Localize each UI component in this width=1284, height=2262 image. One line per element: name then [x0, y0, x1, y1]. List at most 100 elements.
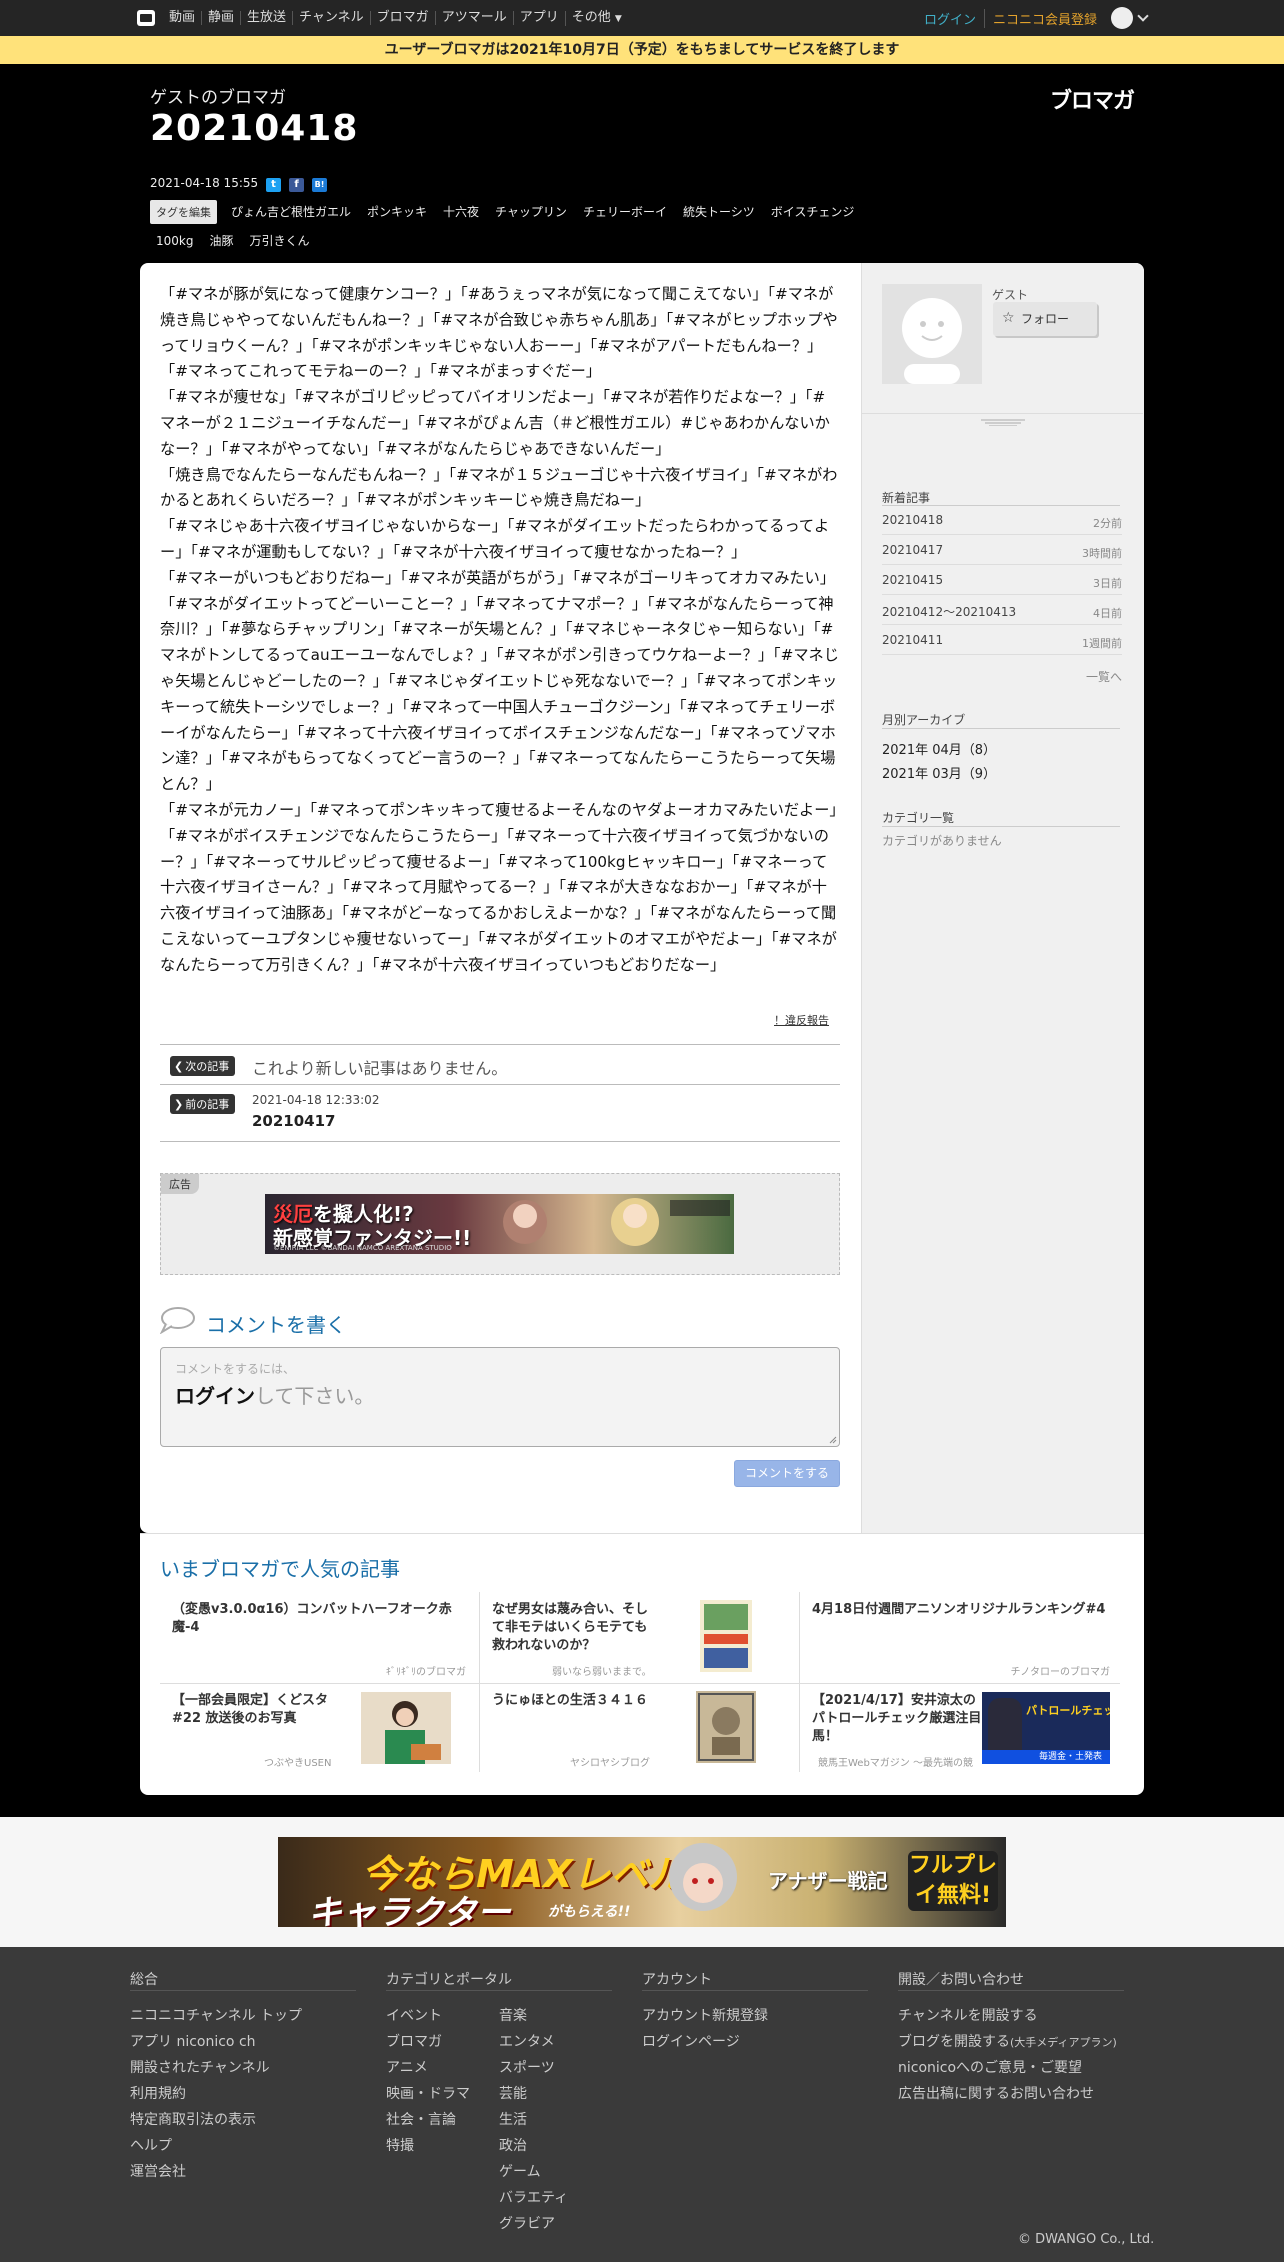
niconico-tv-icon[interactable]	[137, 10, 155, 26]
report-link[interactable]: ！違反報告	[774, 1012, 829, 1028]
twitter-icon[interactable]: t	[266, 178, 281, 192]
tag-list: タグを編集 ぴょん吉ど根性ガエル ポンキッキ 十六夜 チャップリン チェリーボー…	[150, 200, 890, 252]
footer-link[interactable]: 開設されたチャンネル	[130, 2057, 270, 2077]
archive-item[interactable]: 2021年 03月（9）	[882, 763, 996, 782]
next-article-badge: ❮ 次の記事	[170, 1055, 236, 1076]
footer-link[interactable]: スポーツ	[499, 2057, 555, 2077]
nav-atsumaru[interactable]: アツマール	[434, 11, 513, 25]
nav-other[interactable]: その他 ▼	[564, 10, 628, 26]
ad-banner[interactable]: 災厄を擬人化!? 新感覚ファンタジー!! ©ENIRIA LLC ©BANDAI…	[265, 1194, 734, 1254]
footer-link[interactable]: 映画・ドラマ	[386, 2083, 470, 2103]
footer-link[interactable]: エンタメ	[499, 2031, 555, 2051]
popular-item[interactable]: 【2021/4/17】安井涼太のパトロールチェック厳選注目馬！ 競馬王Webマガ…	[800, 1684, 1120, 1774]
footer-link[interactable]: 広告出稿に関するお問い合わせ	[898, 2083, 1094, 2103]
ad-character-art	[503, 1198, 730, 1246]
footer-link[interactable]: アニメ	[386, 2057, 428, 2077]
footer-link[interactable]: ブロマガ	[386, 2031, 442, 2051]
tag-link[interactable]: 十六夜	[443, 201, 479, 223]
recent-article-item[interactable]: 20210418 2分前	[882, 505, 1122, 535]
tag-link[interactable]: ぴょん吉ど根性ガエル	[231, 201, 351, 223]
tag-link[interactable]: 100kg	[156, 230, 193, 252]
blomaga-logo[interactable]: ブロマガ	[1050, 83, 1135, 115]
star-icon: ☆	[1002, 310, 1015, 326]
nav-video[interactable]: 動画	[167, 11, 201, 25]
category-heading: カテゴリ一覧	[882, 811, 955, 825]
footer-link[interactable]: 特撮	[386, 2135, 414, 2155]
footer-link[interactable]: バラエティ	[499, 2187, 568, 2207]
nav-blomaga[interactable]: ブロマガ	[369, 11, 435, 25]
tag-link[interactable]: チャップリン	[495, 201, 567, 223]
recent-list-more-link[interactable]: 一覧へ	[1086, 668, 1122, 685]
divider	[130, 1990, 356, 1991]
comment-submit-button[interactable]: コメントをする	[734, 1460, 840, 1487]
footer-link[interactable]: 音楽	[499, 2005, 527, 2025]
footer: 総合 ニコニコチャンネル トップ アプリ niconico ch 開設されたチャ…	[0, 1947, 1284, 2262]
tag-link[interactable]: ボイスチェンジ	[771, 201, 855, 223]
footer-link[interactable]: 運営会社	[130, 2161, 186, 2181]
footer-link[interactable]: グラビア	[499, 2213, 555, 2233]
nav-live[interactable]: 生放送	[240, 11, 292, 25]
footer-link[interactable]: ブログを開設する(大手メディアプラン)	[898, 2031, 1117, 2051]
profile-avatar[interactable]	[882, 284, 982, 384]
footer-link[interactable]: イベント	[386, 2005, 442, 2025]
recent-article-item[interactable]: 20210415 3日前	[882, 565, 1122, 595]
login-link[interactable]: ログイン	[916, 9, 984, 28]
footer-link[interactable]: 政治	[499, 2135, 527, 2155]
footer-link[interactable]: 利用規約	[130, 2083, 186, 2103]
popular-item[interactable]: 【一部会員限定】くどスタ#22 放送後のお写真 つぶやきUSEN	[160, 1684, 480, 1774]
footer-link[interactable]: niconicoへのご意見・ご要望	[898, 2057, 1082, 2077]
recent-article-item[interactable]: 20210417 3時間前	[882, 535, 1122, 565]
footer-link[interactable]: 芸能	[499, 2083, 527, 2103]
blog-name[interactable]: ゲストのブロマガ	[150, 83, 286, 108]
footer-heading: カテゴリとポータル	[386, 1972, 512, 1988]
archive-item[interactable]: 2021年 04月（8）	[882, 739, 996, 758]
nav-channel[interactable]: チャンネル	[292, 11, 370, 25]
author-name[interactable]: ゲスト	[992, 286, 1028, 303]
recent-article-item[interactable]: 20210411 1週間前	[882, 625, 1122, 655]
edit-tags-button[interactable]: タグを編集	[150, 200, 217, 224]
comment-login-link[interactable]: ログイン	[175, 1384, 255, 1408]
copyright: © DWANGO Co., Ltd.	[1018, 2232, 1155, 2247]
footer-link[interactable]: チャンネルを開設する	[898, 2005, 1038, 2025]
person-illustration	[988, 1698, 1022, 1750]
facebook-icon[interactable]: f	[289, 178, 304, 192]
popular-item[interactable]: なぜ男女は蔑み合い、そして非モテはいくらモテても救われないのか？ 弱いなら弱いま…	[480, 1593, 800, 1683]
popular-item[interactable]: うにゅほとの生活３４１６ ヤシロヤシブログ	[480, 1684, 800, 1774]
article-paragraph: 「焼き鳥でなんたらーなんだもんねー？」「#マネが１５ジューゴじゃ十六夜イザヨイ」…	[160, 465, 838, 510]
recent-article-item[interactable]: 20210412～20210413 4日前	[882, 595, 1122, 625]
chevron-left-icon: ❮	[174, 1060, 184, 1073]
footer-link[interactable]: アカウント新規登録	[642, 2005, 768, 2025]
prev-article-date: 2021-04-18 12:33:02	[252, 1093, 380, 1107]
hatena-bookmark-icon[interactable]: B!	[312, 178, 327, 192]
article-body: 「#マネが豚が気になって健康ケンコー？」「#あうぇっマネが気になって聞こえてない…	[160, 282, 840, 979]
popular-item[interactable]: 4月18日付週間アニソンオリジナルランキング#4 チノタローのブロマガ	[800, 1593, 1120, 1683]
article-thumbnail	[700, 1600, 752, 1672]
tag-link[interactable]: チェリーボーイ	[583, 201, 667, 223]
footer-link[interactable]: ログインページ	[642, 2031, 740, 2051]
register-link[interactable]: ニコニコ会員登録	[983, 8, 1111, 28]
footer-link[interactable]: アプリ niconico ch	[130, 2031, 256, 2051]
nav-seiga[interactable]: 静画	[201, 11, 240, 25]
footer-link[interactable]: ゲーム	[499, 2161, 541, 2181]
chevron-down-icon[interactable]	[1137, 10, 1149, 22]
resize-handle-icon[interactable]	[829, 1436, 837, 1444]
footer-link[interactable]: 生活	[499, 2109, 527, 2129]
comment-heading: コメントを書く	[206, 1313, 346, 1337]
footer-link[interactable]: ヘルプ	[130, 2135, 172, 2155]
bottom-ad-banner[interactable]: 今ならMAXレベルの キャラクター がもらえる!! アナザー戦記 フルプレイ無料…	[278, 1837, 1006, 1927]
tag-link[interactable]: 万引きくん	[250, 230, 310, 252]
tag-link[interactable]: 油豚	[209, 230, 233, 252]
tag-link[interactable]: 統失トーシツ	[683, 201, 755, 223]
category-empty: カテゴリがありません	[882, 834, 1002, 848]
ad-character-art	[669, 1843, 737, 1911]
user-avatar-icon[interactable]	[1111, 7, 1133, 29]
footer-link[interactable]: 特定商取引法の表示	[130, 2109, 256, 2129]
footer-link[interactable]: 社会・言論	[386, 2109, 456, 2129]
next-article-text: これより新しい記事はありません。	[252, 1059, 508, 1078]
collapse-grip-icon[interactable]	[981, 418, 1025, 426]
popular-item[interactable]: （変愚v3.0.0α16）コンバットハーフオーク赤魔-4 ｷﾞﾘｷﾞﾘのブロマガ	[160, 1593, 480, 1683]
nav-app[interactable]: アプリ	[512, 11, 565, 25]
prev-article-link[interactable]: 20210417	[252, 1112, 336, 1130]
tag-link[interactable]: ポンキッキ	[367, 201, 427, 223]
footer-link[interactable]: ニコニコチャンネル トップ	[130, 2005, 302, 2025]
